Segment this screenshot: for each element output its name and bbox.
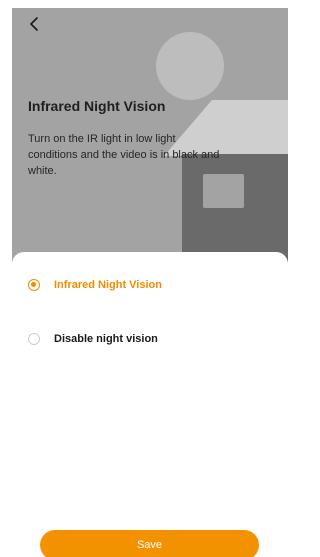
- option-label: Disable night vision: [54, 333, 158, 345]
- radio-checked-icon[interactable]: [28, 279, 40, 291]
- option-infrared-night-vision[interactable]: Infrared Night Vision: [12, 267, 288, 303]
- house-window: [203, 174, 244, 208]
- option-label: Infrared Night Vision: [54, 279, 162, 291]
- moon-halo: [156, 32, 224, 100]
- page-title: Infrared Night Vision: [28, 98, 166, 114]
- back-button[interactable]: [24, 12, 44, 36]
- night-vision-screen: Infrared Night Vision Turn on the IR lig…: [0, 0, 291, 557]
- radio-unchecked-icon[interactable]: [28, 333, 40, 345]
- chevron-left-icon: [30, 17, 38, 31]
- option-disable-night-vision[interactable]: Disable night vision: [12, 321, 288, 357]
- save-button[interactable]: Save: [40, 530, 259, 557]
- feature-description: Turn on the IR light in low light condit…: [28, 133, 220, 177]
- options-sheet: Infrared Night Vision Disable night visi…: [12, 252, 288, 557]
